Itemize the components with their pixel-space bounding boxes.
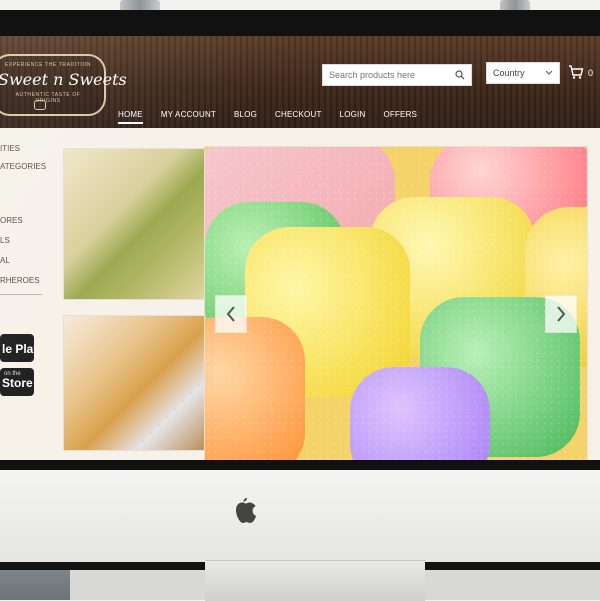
google-play-button[interactable]: le Play: [0, 334, 34, 362]
store-button-label: le Play: [2, 342, 34, 356]
sidebar-item[interactable]: RHEROES: [0, 276, 40, 285]
site-logo[interactable]: EXPERIENCE THE TRADITION Sweet n Sweets …: [0, 54, 127, 116]
sidebar-item[interactable]: ATEGORIES: [0, 162, 46, 171]
monitor-stand: [205, 560, 425, 601]
search-box: [322, 64, 472, 86]
search-icon[interactable]: [455, 70, 465, 80]
site-header: EXPERIENCE THE TRADITION Sweet n Sweets …: [0, 36, 600, 128]
sidebar-divider: [0, 294, 42, 295]
logo-tagline: EXPERIENCE THE TRADITION: [4, 62, 92, 68]
apple-logo-icon: [236, 497, 256, 523]
chevron-down-icon: [545, 70, 553, 75]
main-nav: HOME MY ACCOUNT BLOG CHECKOUT LOGIN OFFE…: [118, 110, 417, 124]
nav-my-account[interactable]: MY ACCOUNT: [161, 110, 216, 124]
sidebar-item[interactable]: ITIES: [0, 144, 20, 153]
logo-subtitle: AUTHENTIC TASTE OF ORIGINS: [15, 92, 81, 104]
nav-home[interactable]: HOME: [118, 110, 143, 124]
sidebar-item[interactable]: AL: [0, 256, 10, 265]
chevron-right-icon: [557, 306, 566, 322]
sidebar-item[interactable]: ORES: [0, 216, 23, 225]
monitor-chin: [0, 470, 600, 562]
sidebar-item[interactable]: LS: [0, 236, 10, 245]
nav-offers[interactable]: OFFERS: [383, 110, 417, 124]
nav-login[interactable]: LOGIN: [340, 110, 366, 124]
store-button-label: Store: [2, 376, 33, 390]
slider-next-button[interactable]: [545, 295, 577, 333]
sidebar: ITIES ATEGORIES ORES LS AL RHEROES le Pl…: [0, 144, 46, 460]
logo-emblem-icon: [34, 100, 46, 110]
product-thumbnail[interactable]: [63, 148, 208, 300]
logo-name: Sweet n Sweets: [0, 70, 127, 89]
hero-slider[interactable]: [204, 146, 588, 460]
country-select-value: Country: [493, 68, 525, 78]
country-select[interactable]: Country: [486, 62, 560, 84]
app-store-button[interactable]: on the Store: [0, 368, 34, 396]
chevron-left-icon: [226, 306, 235, 322]
cart-count: 0: [588, 68, 594, 78]
search-input[interactable]: [323, 65, 457, 85]
nav-blog[interactable]: BLOG: [234, 110, 257, 124]
slider-prev-button[interactable]: [215, 295, 247, 333]
product-thumbnail[interactable]: [63, 315, 208, 451]
slider-texture: [205, 147, 587, 460]
nav-checkout[interactable]: CHECKOUT: [275, 110, 322, 124]
cart-icon[interactable]: [568, 64, 584, 80]
screen: EXPERIENCE THE TRADITION Sweet n Sweets …: [0, 36, 600, 460]
